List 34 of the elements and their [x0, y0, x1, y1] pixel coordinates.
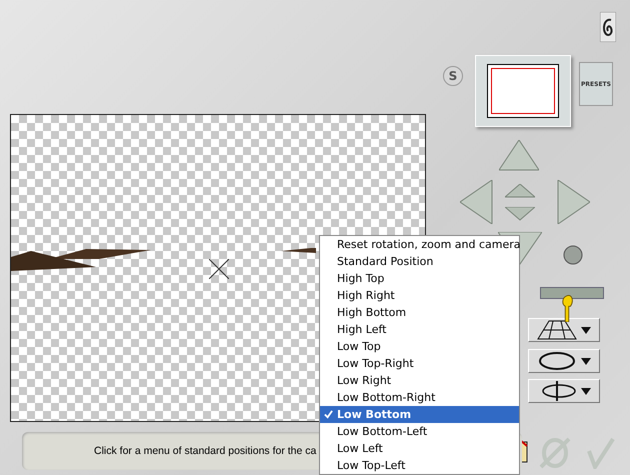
pointing-hand-cursor-icon — [560, 294, 574, 322]
menu-item[interactable]: Reset rotation, zoom and camera — [320, 236, 519, 253]
style-button[interactable]: S — [443, 66, 463, 86]
menu-item[interactable]: Low Top-Right — [320, 355, 519, 372]
round-button-icon[interactable] — [563, 245, 583, 265]
menu-item[interactable]: High Bottom — [320, 304, 519, 321]
grid-plane-icon — [537, 320, 577, 340]
preview-thumbnail[interactable] — [475, 55, 571, 127]
move-left-arrow-icon[interactable] — [460, 180, 494, 224]
rotate-button[interactable] — [528, 349, 600, 373]
menu-item[interactable]: Low Right — [320, 372, 519, 389]
spiral-logo-icon — [600, 12, 616, 42]
menu-item[interactable]: Low Bottom-Right — [320, 389, 519, 406]
caret-icon — [581, 388, 591, 394]
menu-item[interactable]: Low Left — [320, 440, 519, 457]
move-right-arrow-icon[interactable] — [556, 180, 590, 224]
menu-item[interactable]: Low Bottom-Left — [320, 423, 519, 440]
small-up-arrow-icon[interactable] — [505, 184, 535, 198]
zoom-bar[interactable] — [540, 287, 604, 299]
menu-item[interactable]: Standard Position — [320, 253, 519, 270]
menu-item[interactable]: High Top — [320, 270, 519, 287]
menu-item[interactable]: Low Top-Left — [320, 457, 519, 474]
center-cross-icon — [209, 259, 229, 279]
camera-plane-button[interactable] — [528, 318, 600, 342]
menu-item[interactable]: Low Bottom — [320, 406, 519, 423]
menu-item[interactable]: Low Top — [320, 338, 519, 355]
spin-button[interactable] — [528, 379, 600, 403]
caret-icon — [581, 358, 591, 364]
caret-icon — [581, 326, 591, 334]
small-down-arrow-icon[interactable] — [505, 207, 535, 221]
checkmark-icon[interactable] — [585, 437, 615, 469]
status-text: Click for a menu of standard positions for the ca — [94, 445, 316, 457]
menu-item[interactable]: High Right — [320, 287, 519, 304]
menu-item[interactable]: High Left — [320, 321, 519, 338]
